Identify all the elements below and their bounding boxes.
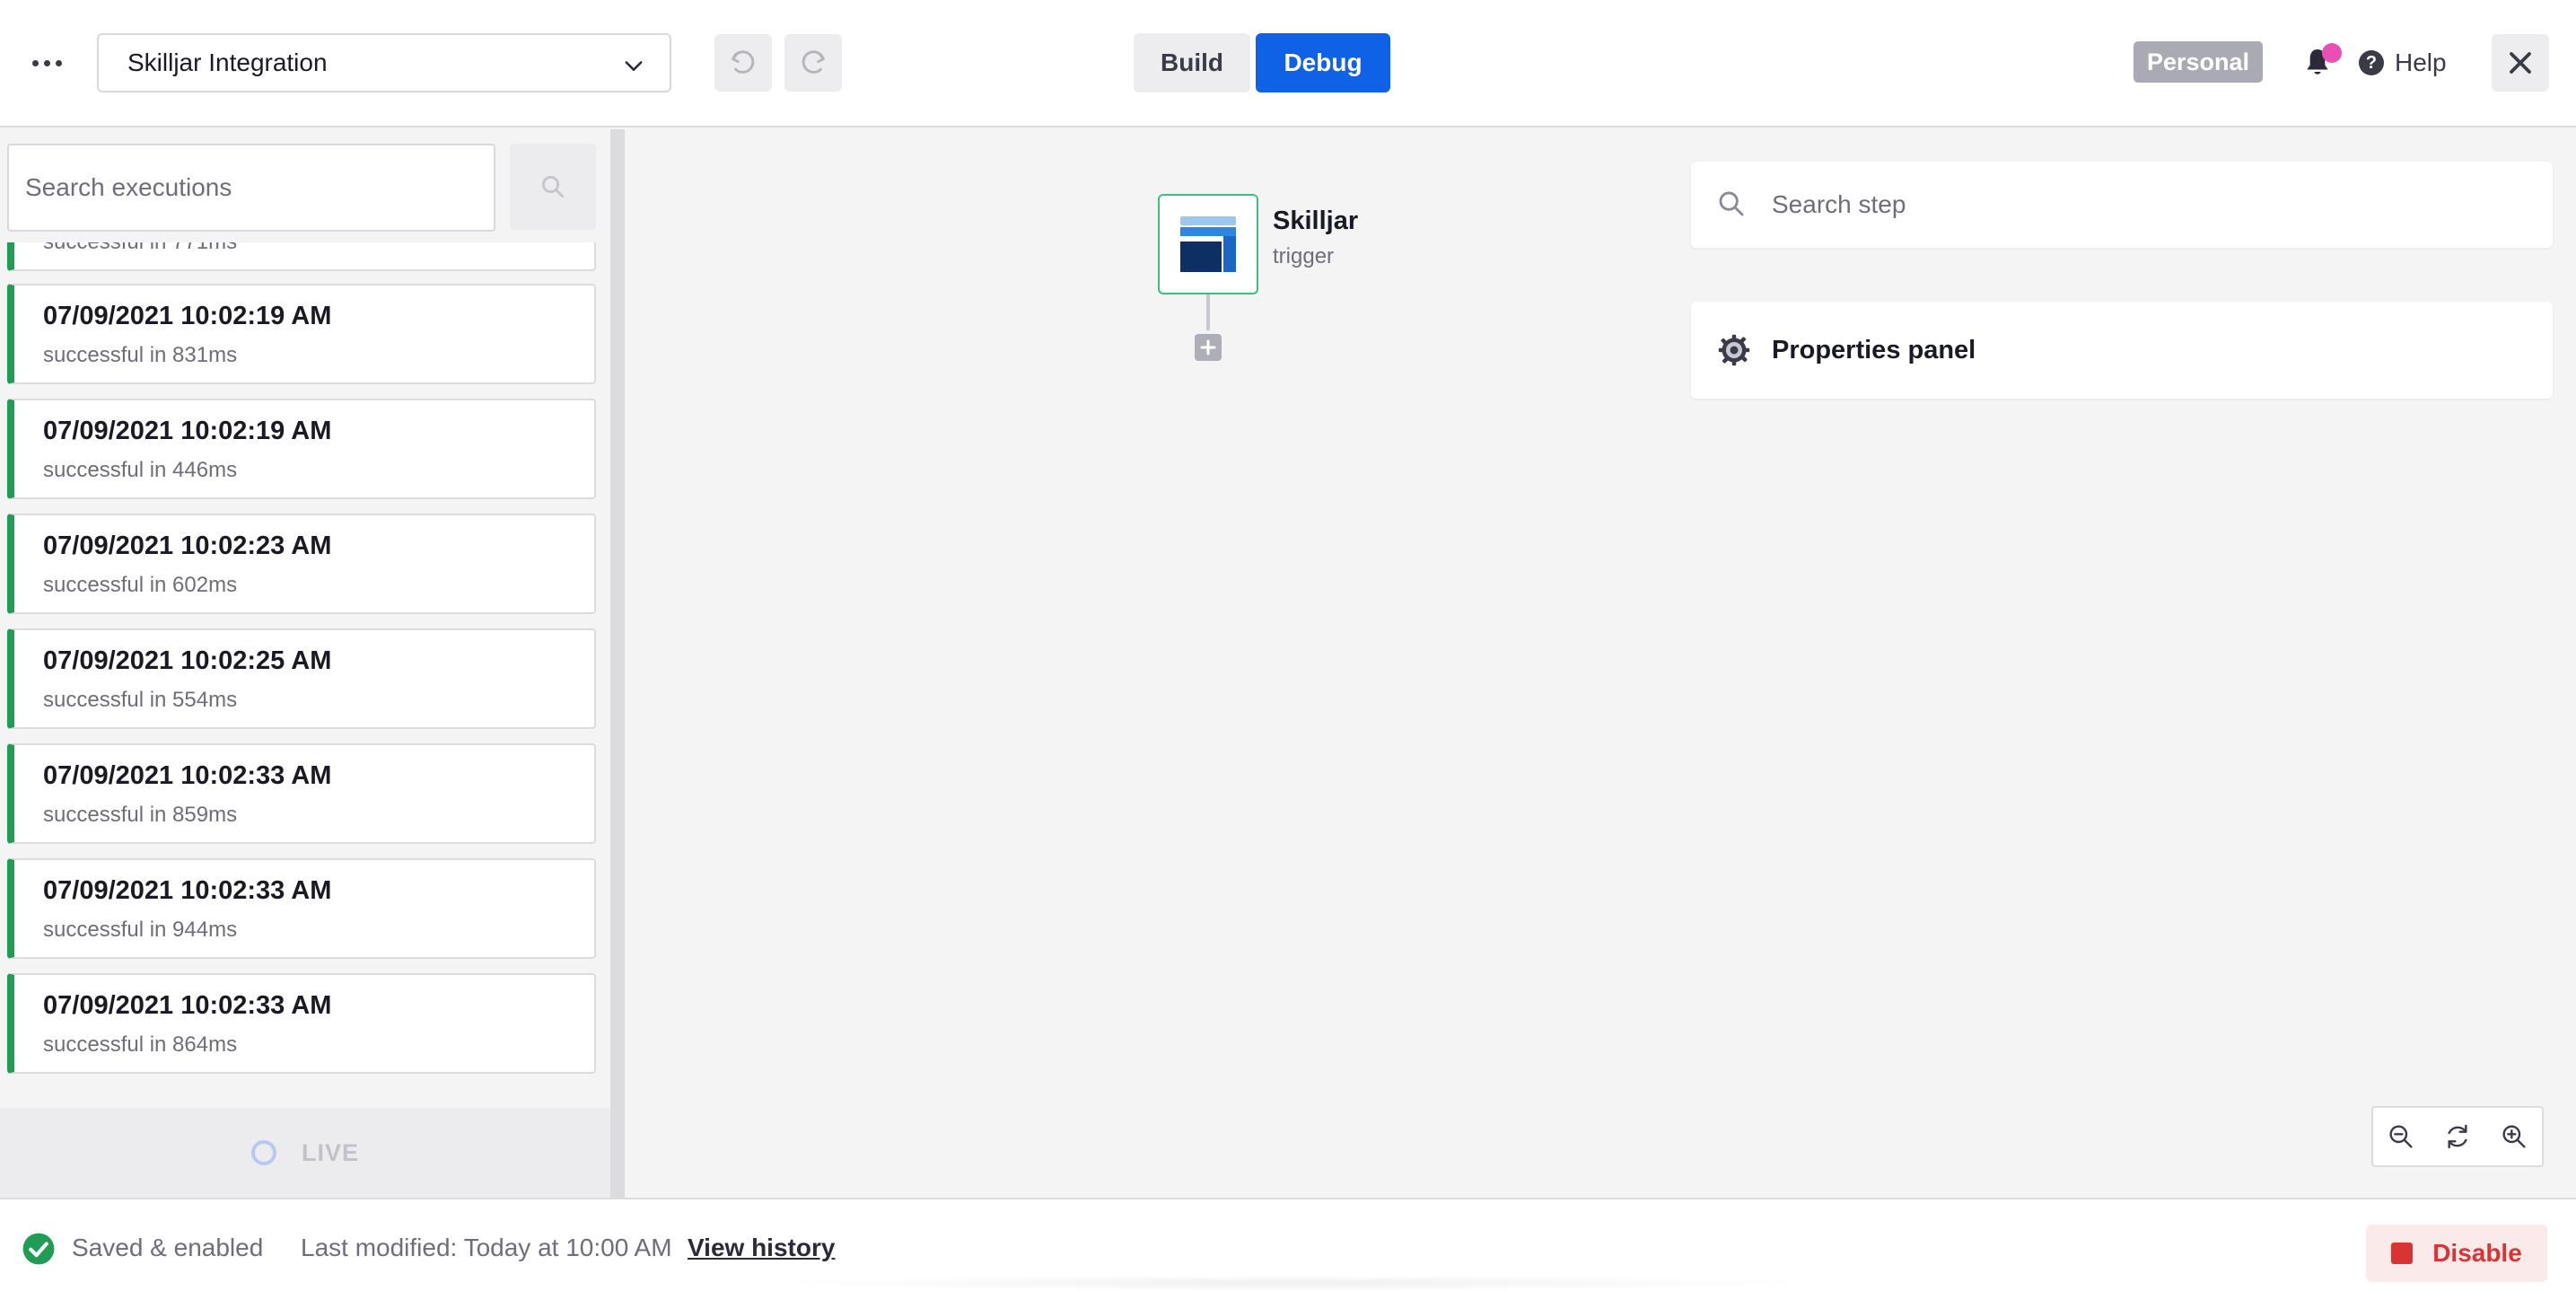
plus-icon bbox=[1200, 339, 1216, 356]
gear-icon bbox=[1718, 334, 1750, 366]
close-icon bbox=[2510, 52, 2531, 74]
execution-time: 07/09/2021 10:02:33 AM bbox=[43, 991, 332, 1020]
chevron-down-icon bbox=[625, 61, 643, 71]
executions-list[interactable]: successful in 771ms 07/09/2021 10:02:19 … bbox=[7, 242, 596, 1198]
save-status: Saved & enabled bbox=[72, 1234, 264, 1261]
execution-item[interactable]: 07/09/2021 10:02:23 AM successful in 602… bbox=[7, 514, 596, 614]
help-icon: ? bbox=[2359, 50, 2384, 75]
close-button[interactable] bbox=[2492, 34, 2549, 92]
execution-status: successful in 771ms bbox=[43, 242, 237, 255]
dot bbox=[31, 59, 39, 66]
properties-panel-label: Properties panel bbox=[1772, 336, 1976, 364]
zoom-controls bbox=[2371, 1106, 2544, 1167]
undo-icon bbox=[732, 50, 755, 74]
view-history-link[interactable]: View history bbox=[688, 1234, 835, 1262]
tab-debug[interactable]: Debug bbox=[1256, 33, 1390, 92]
redo-button[interactable] bbox=[784, 34, 842, 92]
execution-time: 07/09/2021 10:02:19 AM bbox=[43, 417, 332, 445]
zoom-in-button[interactable] bbox=[2494, 1117, 2534, 1156]
execution-item[interactable]: 07/09/2021 10:02:33 AM successful in 864… bbox=[7, 973, 596, 1074]
zoom-out-button[interactable] bbox=[2381, 1117, 2421, 1156]
execution-time: 07/09/2021 10:02:23 AM bbox=[43, 531, 332, 560]
zoom-in-icon bbox=[2502, 1125, 2526, 1148]
disable-button[interactable]: Disable bbox=[2366, 1225, 2547, 1282]
search-icon bbox=[1719, 191, 1744, 216]
zoom-out-icon bbox=[2389, 1125, 2413, 1148]
search-step-input[interactable] bbox=[1772, 176, 2526, 233]
execution-status: successful in 859ms bbox=[43, 803, 238, 827]
more-options-button[interactable] bbox=[25, 45, 68, 81]
workspace-badge[interactable]: Personal bbox=[2134, 41, 2263, 83]
undo-button[interactable] bbox=[714, 34, 772, 92]
execution-time: 07/09/2021 10:02:19 AM bbox=[43, 302, 332, 330]
dot bbox=[55, 59, 62, 66]
flow-canvas[interactable] bbox=[625, 129, 2576, 1198]
execution-item[interactable]: 07/09/2021 10:02:33 AM successful in 944… bbox=[7, 858, 596, 959]
skilljar-logo-icon bbox=[1180, 216, 1236, 272]
search-executions-button[interactable] bbox=[510, 144, 596, 230]
execution-status: successful in 602ms bbox=[43, 573, 238, 597]
executions-panel: successful in 771ms 07/09/2021 10:02:19 … bbox=[0, 129, 610, 1198]
flow-selector[interactable]: Skilljar Integration bbox=[97, 33, 671, 92]
execution-time: 07/09/2021 10:02:25 AM bbox=[43, 646, 332, 675]
top-bar: Skilljar Integration Build Debug Persona… bbox=[0, 0, 2576, 127]
flow-name: Skilljar Integration bbox=[127, 48, 328, 76]
disable-label: Disable bbox=[2432, 1239, 2522, 1267]
execution-status: successful in 944ms bbox=[43, 918, 238, 942]
search-executions-input[interactable] bbox=[7, 144, 495, 232]
last-modified: Last modified: Today at 10:00 AM bbox=[301, 1234, 672, 1261]
execution-status: successful in 831ms bbox=[43, 343, 238, 367]
stop-icon bbox=[2391, 1243, 2414, 1264]
add-step-button[interactable] bbox=[1195, 334, 1222, 361]
tab-build[interactable]: Build bbox=[1134, 33, 1250, 92]
execution-status: successful in 864ms bbox=[43, 1032, 238, 1057]
help-link[interactable]: ? Help bbox=[2359, 45, 2447, 81]
connector-line bbox=[1206, 294, 1210, 330]
execution-item[interactable]: 07/09/2021 10:02:19 AM successful in 446… bbox=[7, 399, 596, 499]
execution-time: 07/09/2021 10:02:33 AM bbox=[43, 761, 332, 790]
redo-icon bbox=[802, 50, 825, 74]
check-circle-icon bbox=[22, 1233, 55, 1265]
execution-status: successful in 554ms bbox=[43, 688, 238, 712]
execution-item[interactable]: 07/09/2021 10:02:33 AM successful in 859… bbox=[7, 743, 596, 844]
mode-tabs: Build Debug bbox=[1134, 33, 1390, 92]
execution-item[interactable]: 07/09/2021 10:02:25 AM successful in 554… bbox=[7, 628, 596, 729]
execution-item[interactable]: 07/09/2021 10:02:19 AM successful in 831… bbox=[7, 284, 596, 384]
properties-panel[interactable]: Properties panel bbox=[1691, 302, 2553, 399]
execution-time: 07/09/2021 10:02:33 AM bbox=[43, 876, 332, 905]
help-label: Help bbox=[2395, 48, 2447, 76]
live-toggle[interactable]: LIVE bbox=[0, 1108, 610, 1198]
trigger-name: Skilljar bbox=[1273, 206, 1359, 235]
search-step-box bbox=[1691, 162, 2553, 248]
footer-shadow bbox=[754, 1275, 1831, 1291]
live-indicator-icon bbox=[250, 1140, 276, 1165]
live-label: LIVE bbox=[301, 1138, 359, 1166]
panel-divider[interactable] bbox=[610, 129, 625, 1198]
search-icon bbox=[542, 176, 564, 198]
trigger-node[interactable] bbox=[1158, 194, 1258, 294]
dot bbox=[43, 59, 50, 66]
refresh-icon bbox=[2448, 1124, 2467, 1149]
execution-item[interactable]: successful in 771ms bbox=[7, 242, 596, 271]
notification-dot bbox=[2322, 43, 2342, 63]
execution-status: successful in 446ms bbox=[43, 458, 238, 482]
trigger-type: trigger bbox=[1273, 244, 1335, 268]
reset-view-button[interactable] bbox=[2438, 1117, 2477, 1156]
